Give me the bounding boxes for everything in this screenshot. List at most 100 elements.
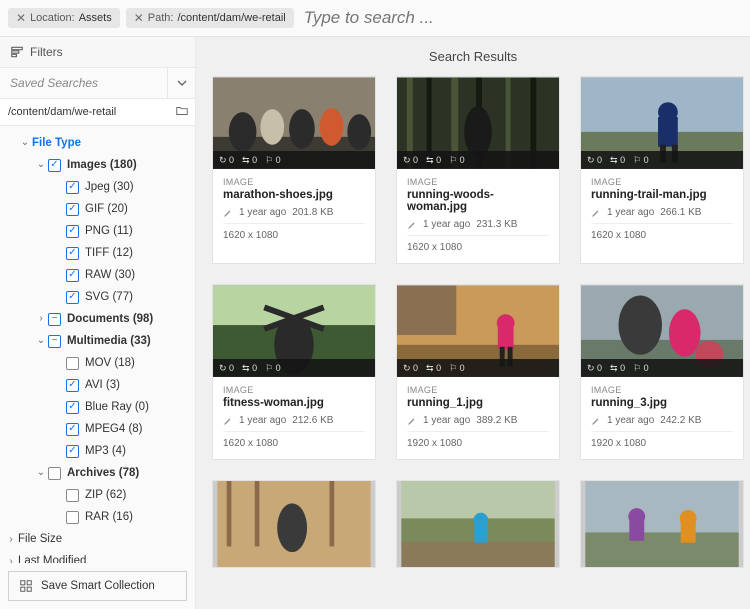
tree-node-images[interactable]: ⌄ ✓ Images (180): [4, 154, 195, 176]
overlay-stat: ⇆ 0: [426, 363, 441, 374]
spacer: ·: [52, 398, 66, 416]
overlay-stat: ⚐ 0: [449, 363, 465, 374]
close-icon[interactable]: ✕: [134, 11, 144, 25]
tree-leaf[interactable]: ·✓Blue Ray (0): [4, 396, 195, 418]
chevron-down-icon: [177, 78, 187, 88]
checkbox[interactable]: [66, 489, 79, 502]
asset-meta: IMAGEfitness-woman.jpg1 year ago212.6 KB…: [213, 377, 375, 459]
overlay-stat: ↻ 0: [403, 155, 418, 166]
pencil-icon: [223, 208, 233, 218]
asset-thumbnail[interactable]: ↻ 0⇆ 0⚐ 0: [581, 285, 743, 377]
asset-filename: running_1.jpg: [407, 397, 549, 409]
checkbox[interactable]: [48, 467, 61, 480]
overlay-stat: ↻ 0: [403, 363, 418, 374]
tree-leaf[interactable]: ·✓MPEG4 (8): [4, 418, 195, 440]
asset-card[interactable]: ↻ 0⇆ 0⚐ 0IMAGE: [580, 480, 744, 568]
checkbox[interactable]: ✓: [48, 159, 61, 172]
checkbox[interactable]: −: [48, 335, 61, 348]
checkbox[interactable]: ✓: [66, 247, 79, 260]
asset-meta: IMAGErunning_3.jpg1 year ago242.2 KB1920…: [581, 377, 743, 459]
checkbox[interactable]: ✓: [66, 379, 79, 392]
asset-card[interactable]: ↻ 0⇆ 0⚐ 0IMAGEmarathon-shoes.jpg1 year a…: [212, 76, 376, 264]
asset-thumbnail[interactable]: ↻ 0⇆ 0⚐ 0: [213, 77, 375, 169]
checkbox[interactable]: ✓: [66, 181, 79, 194]
tree-leaf[interactable]: ·✓ SVG (77): [4, 286, 195, 308]
tree-label: SVG (77): [85, 288, 133, 306]
asset-card[interactable]: ↻ 0⇆ 0⚐ 0IMAGE: [396, 480, 560, 568]
checkbox[interactable]: ✓: [66, 401, 79, 414]
tree-leaf[interactable]: ·✓MP3 (4): [4, 440, 195, 462]
asset-thumbnail[interactable]: ↻ 0⇆ 0⚐ 0: [397, 481, 559, 567]
tree-label: MP3 (4): [85, 442, 126, 460]
asset-card[interactable]: ↻ 0⇆ 0⚐ 0IMAGErunning-woods-woman.jpg1 y…: [396, 76, 560, 264]
asset-card[interactable]: ↻ 0⇆ 0⚐ 0IMAGErunning_1.jpg1 year ago389…: [396, 284, 560, 460]
spacer: ·: [52, 288, 66, 306]
overlay-stat: ↻ 0: [219, 155, 234, 166]
filter-tag-path[interactable]: ✕ Path: /content/dam/we-retail: [126, 8, 294, 28]
asset-card[interactable]: ↻ 0⇆ 0⚐ 0IMAGErunning_3.jpg1 year ago242…: [580, 284, 744, 460]
tree-leaf[interactable]: ·✓Jpeg (30): [4, 176, 195, 198]
tree-leaf[interactable]: ·✓GIF (20): [4, 198, 195, 220]
checkbox[interactable]: [66, 511, 79, 524]
filter-tag-location[interactable]: ✕ Location: Assets: [8, 8, 120, 28]
tree-leaf[interactable]: ·✓RAW (30): [4, 264, 195, 286]
asset-age: 1 year ago: [607, 207, 654, 218]
path-input[interactable]: [0, 99, 169, 125]
tree-leaf[interactable]: ·RAR (16): [4, 506, 195, 528]
tree-label: Archives (78): [67, 464, 139, 482]
tree-leaf[interactable]: ·MOV (18): [4, 352, 195, 374]
checkbox[interactable]: ✓: [66, 445, 79, 458]
asset-thumbnail[interactable]: ↻ 0 ⇆ 0 ⚐ 0: [581, 77, 743, 169]
overlay-stat: ⚐ 0: [633, 155, 649, 166]
asset-thumbnail[interactable]: ↻ 0⇆ 0⚐ 0: [213, 481, 375, 567]
thumbnail-overlay: ↻ 0 ⇆ 0 ⚐ 0: [397, 359, 559, 377]
checkbox[interactable]: ✓: [66, 423, 79, 436]
tree-leaf[interactable]: ·✓AVI (3): [4, 374, 195, 396]
close-icon[interactable]: ✕: [16, 11, 26, 25]
overlay-stat: ↻ 0: [587, 155, 602, 166]
asset-meta: IMAGErunning-trail-man.jpg1 year ago266.…: [581, 169, 743, 251]
checkbox[interactable]: −: [48, 313, 61, 326]
asset-thumbnail[interactable]: ↻ 0⇆ 0⚐ 0: [397, 77, 559, 169]
save-smart-collection-button[interactable]: Save Smart Collection: [8, 571, 187, 601]
asset-thumbnail[interactable]: ↻ 0⇆ 0⚐ 0: [581, 481, 743, 567]
tree-label: PNG (11): [85, 222, 133, 240]
tree-node-multimedia[interactable]: ⌄ − Multimedia (33): [4, 330, 195, 352]
pencil-icon: [407, 416, 417, 426]
checkbox[interactable]: ✓: [66, 269, 79, 282]
overlay-stat: ⚐ 0: [265, 155, 281, 166]
asset-thumbnail[interactable]: ↻ 0 ⇆ 0 ⚐ 0: [397, 285, 559, 377]
tree-leaf[interactable]: ·ZIP (62): [4, 484, 195, 506]
search-input[interactable]: [300, 6, 742, 30]
asset-card[interactable]: ↻ 0⇆ 0⚐ 0IMAGEfitness-woman.jpg1 year ag…: [212, 284, 376, 460]
tree-node-documents[interactable]: › − Documents (98): [4, 308, 195, 330]
tree-node-archives[interactable]: ⌄ Archives (78): [4, 462, 195, 484]
checkbox[interactable]: ✓: [66, 225, 79, 238]
tree-section[interactable]: ›Last Modified: [4, 550, 195, 563]
tree-leaf[interactable]: ·✓ PNG (11): [4, 220, 195, 242]
thumbnail-overlay: ↻ 0⇆ 0⚐ 0: [213, 151, 375, 169]
asset-kind: IMAGE: [223, 177, 365, 187]
asset-info-line: 1 year ago231.3 KB: [407, 219, 549, 230]
checkbox[interactable]: ✓: [66, 291, 79, 304]
pencil-icon: [223, 416, 233, 426]
asset-thumbnail[interactable]: ↻ 0⇆ 0⚐ 0: [213, 285, 375, 377]
checkbox[interactable]: [66, 357, 79, 370]
tree-node-file-type[interactable]: ⌄ File Type: [4, 132, 195, 154]
tree-label: ZIP (62): [85, 486, 126, 504]
tree-leaf[interactable]: ·✓TIFF (12): [4, 242, 195, 264]
grid-icon: [19, 579, 33, 593]
spacer: ·: [52, 244, 66, 262]
pencil-icon: [591, 416, 601, 426]
path-browse-button[interactable]: [169, 104, 195, 121]
path-input-row: [0, 99, 195, 126]
spacer: ·: [52, 222, 66, 240]
asset-card[interactable]: ↻ 0 ⇆ 0 ⚐ 0 IMAGErunning-trail-man.jpg1 yea…: [580, 76, 744, 264]
saved-searches-dropdown[interactable]: [167, 68, 195, 98]
asset-card[interactable]: ↻ 0⇆ 0⚐ 0IMAGE: [212, 480, 376, 568]
tree-section[interactable]: ›File Size: [4, 528, 195, 550]
tag-key: Path:: [148, 12, 174, 24]
overlay-stat: ⚐ 0: [265, 363, 281, 374]
overlay-stat: ⇆ 0: [610, 155, 625, 166]
checkbox[interactable]: ✓: [66, 203, 79, 216]
